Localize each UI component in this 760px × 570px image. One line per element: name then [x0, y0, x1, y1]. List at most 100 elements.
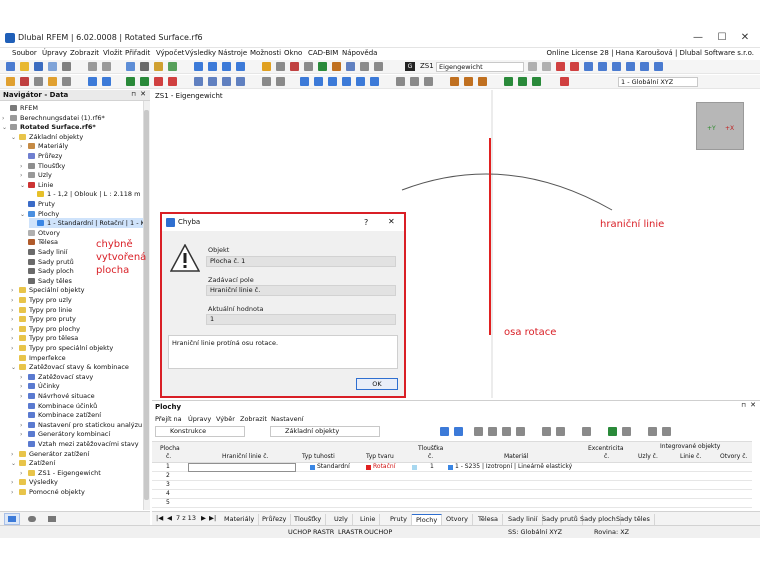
close-window-button[interactable]: ✕ [738, 32, 752, 43]
navigator-scroll-thumb[interactable] [144, 110, 149, 500]
workplane-icon[interactable] [532, 77, 541, 86]
menu-soubor[interactable]: Soubor [12, 49, 37, 57]
panel-menu-edit[interactable]: Úpravy [188, 415, 211, 423]
move-icon[interactable] [208, 77, 217, 86]
model-check-icon[interactable] [318, 62, 327, 71]
tab-3[interactable]: Uzly [330, 514, 353, 525]
solid-render-icon[interactable] [410, 77, 419, 86]
section-icon[interactable] [290, 62, 299, 71]
measure-icon[interactable] [276, 62, 285, 71]
tree-item[interactable]: › Uzly [20, 170, 52, 180]
panel-menu-settings[interactable]: Nastavení [271, 415, 304, 423]
table-row[interactable] [152, 490, 752, 499]
menu-upravy[interactable]: Úpravy [42, 49, 67, 57]
display-mode-4-icon[interactable] [236, 62, 245, 71]
print-icon[interactable] [62, 62, 71, 71]
table-export-icon[interactable] [542, 427, 551, 436]
boundary-arc[interactable] [401, 173, 613, 211]
tree-item[interactable]: ⌄ Zatížení [11, 458, 55, 468]
report-icon[interactable] [374, 62, 383, 71]
status-grid[interactable]: RASTR [313, 528, 334, 536]
tree-item[interactable]: › Materiály [20, 141, 68, 151]
tab-1[interactable]: Průřezy [258, 514, 292, 525]
tree-item[interactable]: Pruty [20, 199, 55, 209]
support-node-icon[interactable] [126, 77, 135, 86]
tree-item[interactable]: ⌄ Rotated Surface.rf6* [2, 122, 96, 132]
mirror-icon[interactable] [236, 77, 245, 86]
snap-icon[interactable] [518, 77, 527, 86]
menu-priradit[interactable]: Přiřadit [125, 49, 150, 57]
tree-item[interactable]: › Nastavení pro statickou analýzu [20, 420, 142, 430]
draw-node-icon[interactable] [34, 77, 43, 86]
copy-icon[interactable] [194, 77, 203, 86]
select-icon[interactable] [6, 77, 15, 86]
panel-pin-icon[interactable]: ⊓ [741, 402, 746, 409]
results-icon[interactable] [168, 62, 177, 71]
iso-view-icon[interactable] [370, 77, 379, 86]
tree-item[interactable]: › Výsledky [11, 477, 58, 487]
tree-item[interactable]: › ZS1 - Eigengewicht [20, 468, 101, 478]
layers-icon[interactable] [346, 62, 355, 71]
tree-item[interactable]: › Účinky [20, 381, 60, 391]
tree-item[interactable]: ⌄ Zatěžovací stavy & kombinace [11, 362, 129, 372]
next-loadcase-icon[interactable] [542, 62, 551, 71]
tab-8[interactable]: Tělesa [474, 514, 504, 525]
table-print-icon[interactable] [582, 427, 591, 436]
prev-page-icon[interactable]: ◀ [167, 514, 172, 522]
tree-expander-icon[interactable]: ⌄ [11, 363, 19, 373]
tab-4[interactable]: Linie [356, 514, 381, 525]
minimize-button[interactable]: — [691, 32, 705, 43]
camera-tab-icon[interactable] [48, 516, 56, 522]
draw-line-icon[interactable] [20, 77, 29, 86]
tree-expander-icon[interactable]: ⌄ [11, 459, 19, 469]
draw-member-icon[interactable] [62, 77, 71, 86]
rotate-icon[interactable] [222, 77, 231, 86]
structure-combo[interactable]: Konstrukce [155, 426, 245, 437]
table-row[interactable] [152, 481, 752, 490]
view-y-icon[interactable] [342, 77, 351, 86]
table-settings-icon[interactable] [662, 427, 671, 436]
member-icon[interactable] [612, 62, 621, 71]
tree-item[interactable]: RFEM [2, 103, 38, 113]
tree-item[interactable]: Vztah mezi zatěžovacími stavy [20, 439, 139, 449]
open-file-icon[interactable] [20, 62, 29, 71]
menu-okno[interactable]: Okno [284, 49, 302, 57]
last-page-icon[interactable]: ▶| [209, 514, 216, 522]
tree-item[interactable]: Sady linií [20, 247, 68, 257]
tree-item[interactable]: Kombinace zatížení [20, 410, 101, 420]
tree-item[interactable]: Imperfekce [11, 353, 66, 363]
tree-expander-icon[interactable]: ⌄ [11, 133, 19, 143]
deformation-icon[interactable] [584, 62, 593, 71]
prev-loadcase-icon[interactable] [528, 62, 537, 71]
tree-item[interactable]: › Tloušťky [20, 161, 65, 171]
tab-9[interactable]: Sady linií [504, 514, 543, 525]
tree-item[interactable]: Sady ploch [20, 266, 74, 276]
coordinate-system-icon[interactable] [560, 77, 569, 86]
close-navigator-icon[interactable]: ✕ [140, 90, 146, 98]
line-load-icon[interactable] [168, 77, 177, 86]
tree-item[interactable]: Průřezy [20, 151, 62, 161]
panel-menu-select[interactable]: Výběr [216, 415, 235, 423]
tree-item[interactable]: › Zatěžovací stavy [20, 372, 93, 382]
menu-nastroje[interactable]: Nástroje [218, 49, 247, 57]
menu-napoveda[interactable]: Nápověda [342, 49, 377, 57]
menu-vlozit[interactable]: Vložit [103, 49, 122, 57]
table-row[interactable] [152, 472, 752, 481]
tree-item[interactable]: › Typy pro speciální objekty [11, 343, 113, 353]
table-filter-icon[interactable] [440, 427, 449, 436]
tree-item[interactable]: Otvory [20, 228, 60, 238]
table-select-icon[interactable] [454, 427, 463, 436]
tree-item[interactable]: › Návrhové situace [20, 391, 95, 401]
panel-close-icon[interactable]: ✕ [750, 401, 756, 409]
coordinate-system-select[interactable]: 1 - Globální XYZ [618, 77, 698, 87]
panel-menu-goto[interactable]: Přejít na [155, 415, 182, 423]
redo-icon[interactable] [102, 62, 111, 71]
display-mode-icon[interactable] [194, 62, 203, 71]
wireframe-icon[interactable] [396, 77, 405, 86]
menu-cad-bim[interactable]: CAD-BIM [308, 49, 338, 57]
view-tab-icon[interactable] [28, 516, 36, 522]
status-osnap[interactable]: OUCHOP [364, 528, 392, 536]
tree-item[interactable]: › Pomocné objekty [11, 487, 85, 497]
help-icon[interactable]: ? [364, 218, 368, 227]
tab-12[interactable]: Sady těles [612, 514, 655, 525]
